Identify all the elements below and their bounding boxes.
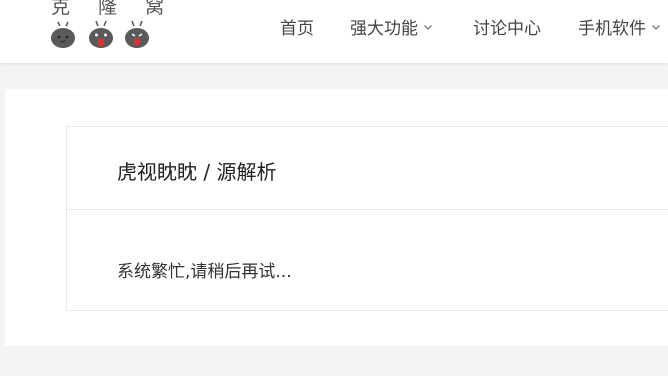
site-logo[interactable]: 克 隆 窝	[48, 0, 164, 54]
status-message: 系统繁忙,请稍后再试...	[117, 262, 292, 282]
site-header: 克 隆 窝 首页 强大功能 讨论中心 手机软件	[0, 0, 668, 63]
panel-title: 虎视眈眈 / 源解析	[117, 160, 277, 184]
nav-item-features[interactable]: 强大功能	[350, 14, 434, 39]
panel-header: 虎视眈眈 / 源解析	[67, 127, 668, 210]
nav-item-mobile-software[interactable]: 手机软件	[578, 14, 662, 39]
chevron-down-icon	[652, 24, 660, 30]
nav-item-home[interactable]: 首页	[280, 14, 314, 39]
nav-item-label: 首页	[280, 19, 314, 39]
red-mouth-blob-face-icon	[125, 20, 149, 48]
nav-item-label: 强大功能	[350, 19, 418, 39]
nav-item-discussion[interactable]: 讨论中心	[473, 14, 541, 39]
mascot-icons	[51, 20, 149, 48]
red-mouth-blob-face-icon	[89, 20, 113, 48]
main-content: 虎视眈眈 / 源解析 系统繁忙,请稍后再试...	[5, 89, 668, 346]
chevron-down-icon	[424, 24, 432, 30]
nav-item-label: 手机软件	[578, 19, 646, 39]
nav-item-label: 讨论中心	[473, 19, 541, 39]
logo-text: 克 隆 窝	[51, 0, 176, 18]
result-panel: 虎视眈眈 / 源解析 系统繁忙,请稍后再试...	[66, 126, 668, 311]
gray-blob-face-icon	[51, 21, 75, 48]
